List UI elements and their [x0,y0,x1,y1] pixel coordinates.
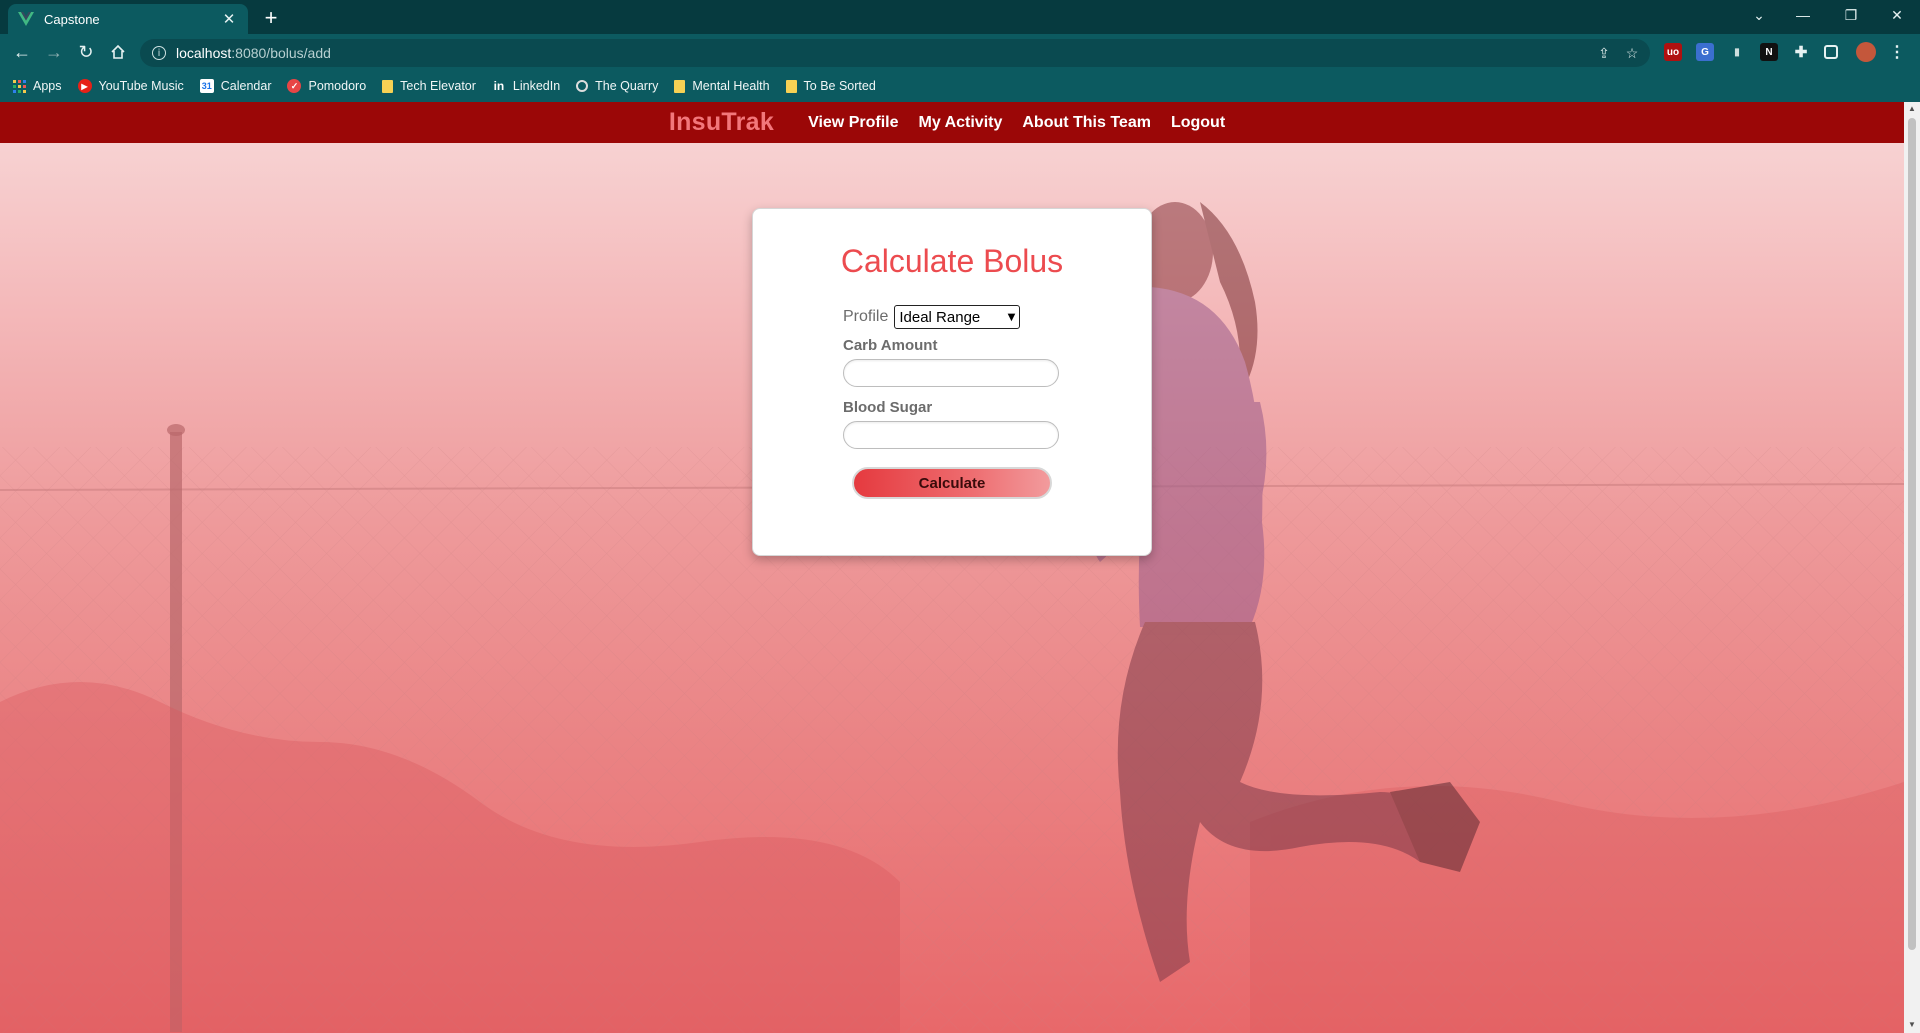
carb-amount-label: Carb Amount [843,337,938,354]
nav-about-team[interactable]: About This Team [1022,114,1151,132]
notion-extension-icon[interactable]: N [1760,43,1778,61]
bookmark-label: To Be Sorted [803,79,876,93]
bookmark-calendar[interactable]: 31 Calendar [199,79,272,93]
bookmark-to-be-sorted[interactable]: To Be Sorted [785,79,876,93]
bookmark-star-icon[interactable]: ☆ [1622,43,1642,63]
profile-avatar-icon[interactable] [1856,42,1876,62]
bookmark-label: Pomodoro [308,79,367,93]
bookmark-label: The Quarry [595,79,659,93]
calculate-button[interactable]: Calculate [852,467,1052,499]
carb-amount-input[interactable] [843,359,1059,387]
nav-view-profile[interactable]: View Profile [808,114,898,132]
bookmark-the-quarry[interactable]: The Quarry [576,79,658,93]
tab-title: Capstone [44,11,100,27]
bolus-form-card: Calculate Bolus Profile Ideal Range ▼ Ca… [752,208,1152,556]
side-panel-icon[interactable] [1824,45,1838,59]
extension-icon[interactable]: ▮ [1728,43,1746,61]
translate-extension-icon[interactable]: G [1696,43,1714,61]
scroll-up-icon[interactable]: ▲ [1907,104,1917,114]
tab-search-icon[interactable]: ⌄ [1742,0,1776,30]
bookmark-label: Apps [33,79,62,93]
extensions-puzzle-icon[interactable]: ✚ [1792,43,1810,61]
calendar-icon: 31 [199,79,214,93]
back-icon[interactable]: ← [8,38,36,66]
browser-tab[interactable]: Capstone ✕ [8,4,248,34]
folder-icon [674,79,686,93]
bookmark-apps[interactable]: Apps [12,79,62,93]
url-path: :8080/bolus/add [231,45,331,61]
linkedin-icon: in [493,79,505,93]
brand-logo[interactable]: InsuTrak [669,108,774,137]
profile-selected-value: Ideal Range [899,308,981,326]
bookmark-label: YouTube Music [98,79,184,93]
pomodoro-icon: ✓ [287,79,302,93]
bookmark-label: Calendar [220,79,272,93]
chevron-down-icon: ▼ [1007,311,1016,323]
bookmark-youtube-music[interactable]: ▶ YouTube Music [77,79,184,93]
site-navbar: InsuTrak View Profile My Activity About … [0,102,1904,143]
bookmark-pomodoro[interactable]: ✓ Pomodoro [287,79,366,93]
page-viewport: InsuTrak View Profile My Activity About … [0,102,1904,1033]
nav-my-activity[interactable]: My Activity [918,114,1002,132]
page-scrollbar[interactable]: ▲ ▼ [1904,102,1920,1033]
folder-icon [785,79,797,93]
url-host: localhost [176,45,232,61]
bookmark-linkedin[interactable]: in LinkedIn [492,79,561,93]
bookmark-label: Tech Elevator [400,79,476,93]
scroll-down-icon[interactable]: ▼ [1907,1020,1917,1030]
address-bar[interactable]: i localhost :8080/bolus/add ⇪ ☆ [140,39,1650,67]
vue-logo-icon [18,11,34,27]
new-tab-button[interactable]: + [258,6,284,32]
apps-grid-icon [12,79,26,93]
browser-tab-bar: Capstone ✕ + ⌄ — ❐ ✕ [0,0,1920,34]
nav-logout[interactable]: Logout [1171,114,1225,132]
profile-label: Profile [843,308,889,325]
site-info-icon[interactable]: i [152,46,166,60]
blood-sugar-input[interactable] [843,421,1059,449]
bookmark-label: LinkedIn [512,79,561,93]
bookmark-mental-health[interactable]: Mental Health [674,79,770,93]
form-title: Calculate Bolus [840,243,1064,279]
quarry-icon [576,80,589,92]
reload-icon[interactable]: ↻ [72,38,100,66]
forward-icon[interactable]: → [40,38,68,66]
browser-toolbar: ← → ↻ i localhost :8080/bolus/add ⇪ ☆ uo… [0,34,1920,70]
folder-icon [382,79,394,93]
bookmark-tech-elevator[interactable]: Tech Elevator [382,79,476,93]
scroll-thumb[interactable] [1908,118,1916,950]
tab-close-icon[interactable]: ✕ [220,10,238,28]
menu-kebab-icon[interactable]: ⋮ [1888,43,1906,61]
bookmark-label: Mental Health [692,79,770,93]
home-icon[interactable] [104,38,132,66]
blood-sugar-label: Blood Sugar [843,399,933,416]
window-close-icon[interactable]: ✕ [1880,0,1914,30]
profile-select[interactable]: Ideal Range ▼ [894,305,1021,329]
share-icon[interactable]: ⇪ [1594,43,1614,63]
ublock-extension-icon[interactable]: uo [1664,43,1682,61]
restore-icon[interactable]: ❐ [1834,0,1868,30]
bookmarks-bar: Apps ▶ YouTube Music 31 Calendar ✓ Pomod… [0,70,1920,102]
profile-row: Profile Ideal Range ▼ [843,305,1021,329]
minimize-icon[interactable]: — [1786,0,1820,30]
youtube-music-icon: ▶ [77,79,92,93]
